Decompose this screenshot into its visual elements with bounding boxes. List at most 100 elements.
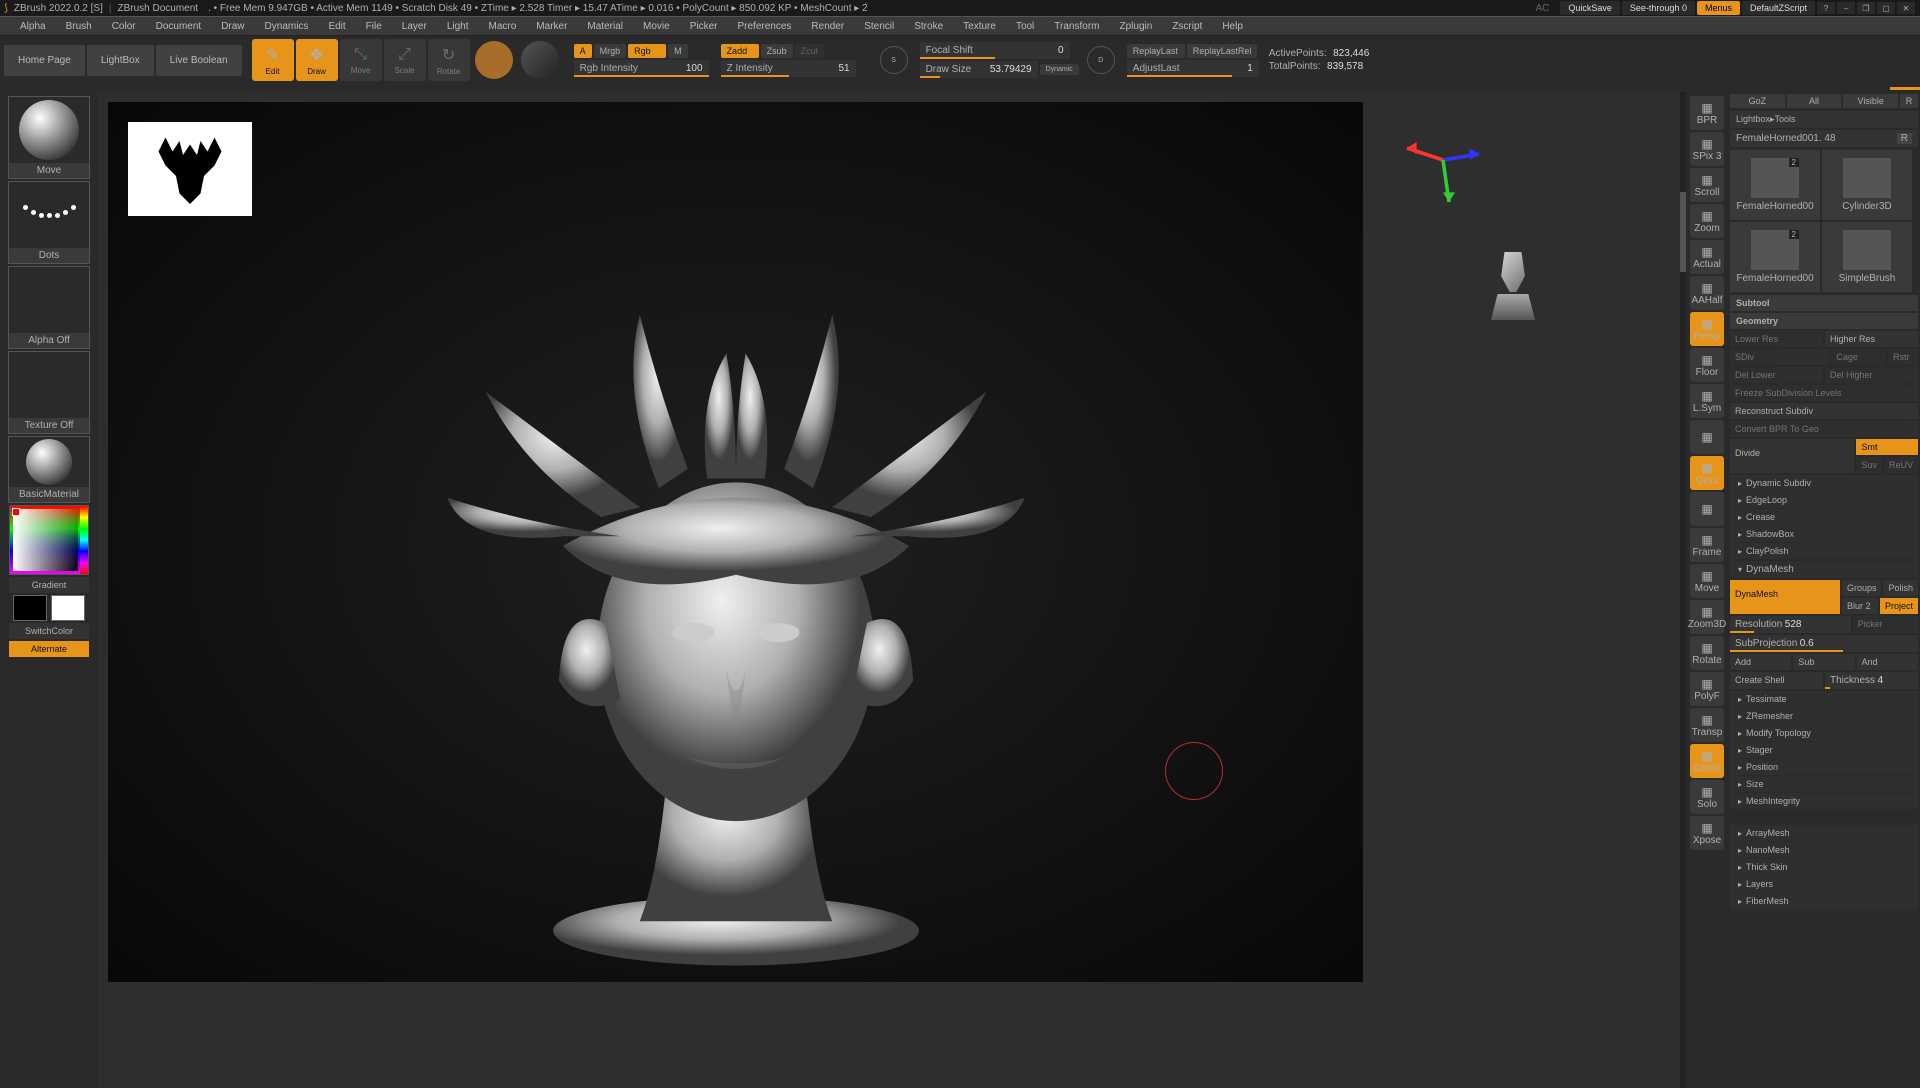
suv-toggle[interactable]: Suv — [1856, 457, 1882, 473]
vtool-frame[interactable]: ▦Frame — [1690, 528, 1724, 562]
menu-file[interactable]: File — [356, 21, 392, 32]
menu-brush[interactable]: Brush — [56, 21, 102, 32]
mode-rotate[interactable]: ↻Rotate — [428, 39, 470, 81]
goz-all-button[interactable]: All — [1787, 94, 1842, 108]
reuv-button[interactable]: ReUV — [1884, 457, 1918, 473]
polish-toggle[interactable]: Polish — [1883, 580, 1918, 596]
material-selector[interactable]: BasicMaterial — [8, 436, 90, 503]
sculpt-mesh[interactable] — [351, 219, 1121, 989]
replay-last-rel-button[interactable]: ReplayLastRel — [1187, 44, 1257, 58]
menu-zscript[interactable]: Zscript — [1162, 21, 1212, 32]
dynamesh-button[interactable]: DynaMesh — [1730, 580, 1840, 614]
chip-zadd[interactable]: Zadd — [721, 44, 759, 58]
section-stager[interactable]: Stager — [1730, 742, 1918, 758]
menu-render[interactable]: Render — [801, 21, 854, 32]
vtool-blank[interactable]: ▦ — [1690, 420, 1724, 454]
mode-move[interactable]: ⤡Move — [340, 39, 382, 81]
vtool-actual[interactable]: ▦Actual — [1690, 240, 1724, 274]
goz-visible-button[interactable]: Visible — [1843, 94, 1898, 108]
tab-home[interactable]: Home Page — [4, 45, 85, 76]
menu-texture[interactable]: Texture — [953, 21, 1006, 32]
subprojection-slider[interactable]: SubProjection 0.6 — [1730, 635, 1918, 652]
rstr-button[interactable]: Rstr — [1888, 349, 1918, 365]
sculptris-toggle[interactable] — [521, 41, 559, 79]
mode-draw[interactable]: ✥Draw — [296, 39, 338, 81]
chip-rgb[interactable]: Rgb — [628, 44, 666, 58]
vtool-ghost[interactable]: ▦Ghost — [1690, 744, 1724, 778]
menu-stencil[interactable]: Stencil — [854, 21, 904, 32]
gradient-button[interactable]: Gradient — [9, 577, 89, 593]
subtool-header[interactable]: Subtool — [1730, 295, 1918, 311]
menu-light[interactable]: Light — [437, 21, 479, 32]
section-position[interactable]: Position — [1730, 759, 1918, 775]
menu-macro[interactable]: Macro — [479, 21, 527, 32]
section-crease[interactable]: Crease — [1730, 509, 1918, 525]
section-zremesher[interactable]: ZRemesher — [1730, 708, 1918, 724]
history-strip[interactable] — [0, 84, 1920, 92]
project-toggle[interactable]: Project — [1880, 598, 1918, 614]
switch-color-button[interactable]: SwitchColor — [9, 623, 89, 639]
chip-zsub[interactable]: Zsub — [761, 44, 793, 58]
tool-tile[interactable]: Cylinder3D — [1822, 150, 1912, 220]
freeze-subdiv-button[interactable]: Freeze SubDivision Levels — [1730, 385, 1918, 401]
resolution-slider[interactable]: Resolution 528 — [1730, 616, 1851, 633]
menu-movie[interactable]: Movie — [633, 21, 680, 32]
groups-toggle[interactable]: Groups — [1842, 580, 1882, 596]
d-curve-icon[interactable]: D — [1087, 46, 1115, 74]
section-nanomesh[interactable]: NanoMesh — [1730, 842, 1918, 858]
menu-marker[interactable]: Marker — [526, 21, 577, 32]
section-arraymesh[interactable]: ArrayMesh — [1730, 825, 1918, 841]
quicksave-button[interactable]: QuickSave — [1560, 1, 1620, 15]
swatch-primary[interactable] — [51, 595, 85, 621]
menu-tool[interactable]: Tool — [1006, 21, 1044, 32]
section-dynamicsubdiv[interactable]: Dynamic Subdiv — [1730, 475, 1918, 491]
color-picker[interactable] — [9, 505, 89, 575]
chip-a[interactable]: A — [574, 44, 592, 58]
window-close-icon[interactable]: ✕ — [1897, 2, 1915, 14]
tab-lightbox[interactable]: LightBox — [87, 45, 154, 76]
section-layers[interactable]: Layers — [1730, 876, 1918, 892]
z-intensity-slider[interactable]: Z Intensity51 — [721, 60, 856, 77]
section-modifytopology[interactable]: Modify Topology — [1730, 725, 1918, 741]
vtool-solo[interactable]: ▦Solo — [1690, 780, 1724, 814]
goz-r-button[interactable]: R — [1900, 94, 1918, 108]
vtool-floor[interactable]: ▦Floor — [1690, 348, 1724, 382]
draw-size-slider[interactable]: Draw Size53.79429 — [920, 61, 1038, 78]
menu-material[interactable]: Material — [577, 21, 633, 32]
tab-liveboolean[interactable]: Live Boolean — [156, 45, 242, 76]
tool-name-field[interactable]: FemaleHorned001. 48R — [1730, 130, 1918, 147]
menu-transform[interactable]: Transform — [1044, 21, 1109, 32]
vtool-aahalf[interactable]: ▦AAHalf — [1690, 276, 1724, 310]
goz-button[interactable]: GoZ — [1730, 94, 1785, 108]
vtool-move[interactable]: ▦Move — [1690, 564, 1724, 598]
and-button[interactable]: And — [1857, 654, 1918, 670]
vtool-persp[interactable]: ▦Persp — [1690, 312, 1724, 346]
thickness-slider[interactable]: Thickness 4 — [1825, 672, 1918, 689]
vtool-lsym[interactable]: ▦L.Sym — [1690, 384, 1724, 418]
swatch-secondary[interactable] — [13, 595, 47, 621]
vtool-transp[interactable]: ▦Transp — [1690, 708, 1724, 742]
picker-button[interactable]: Picker — [1853, 616, 1918, 633]
menu-edit[interactable]: Edit — [318, 21, 355, 32]
section-thickskin[interactable]: Thick Skin — [1730, 859, 1918, 875]
create-shell-button[interactable]: Create Shell — [1730, 672, 1823, 689]
sub-button[interactable]: Sub — [1793, 654, 1854, 670]
reconstruct-subdiv-button[interactable]: Reconstruct Subdiv — [1730, 403, 1918, 419]
menu-document[interactable]: Document — [146, 21, 212, 32]
vtool-blank[interactable]: ▦ — [1690, 492, 1724, 526]
replay-last-button[interactable]: ReplayLast — [1127, 44, 1185, 58]
vtool-rotate[interactable]: ▦Rotate — [1690, 636, 1724, 670]
vtool-qxyz[interactable]: ▦Qxyz — [1690, 456, 1724, 490]
window-max-icon[interactable]: ▢ — [1877, 2, 1895, 14]
menu-alpha[interactable]: Alpha — [10, 21, 56, 32]
camera-head-icon[interactable] — [1483, 252, 1543, 332]
menus-button[interactable]: Menus — [1697, 1, 1740, 15]
chip-zcut[interactable]: Zcut — [795, 44, 825, 58]
alpha-selector[interactable]: Alpha Off — [8, 266, 90, 349]
geometry-header[interactable]: Geometry — [1730, 313, 1918, 329]
window-help-icon[interactable]: ? — [1817, 2, 1835, 14]
mode-scale[interactable]: ⤢Scale — [384, 39, 426, 81]
menu-draw[interactable]: Draw — [211, 21, 254, 32]
menu-dynamics[interactable]: Dynamics — [255, 21, 319, 32]
vtool-zoom3d[interactable]: ▦Zoom3D — [1690, 600, 1724, 634]
